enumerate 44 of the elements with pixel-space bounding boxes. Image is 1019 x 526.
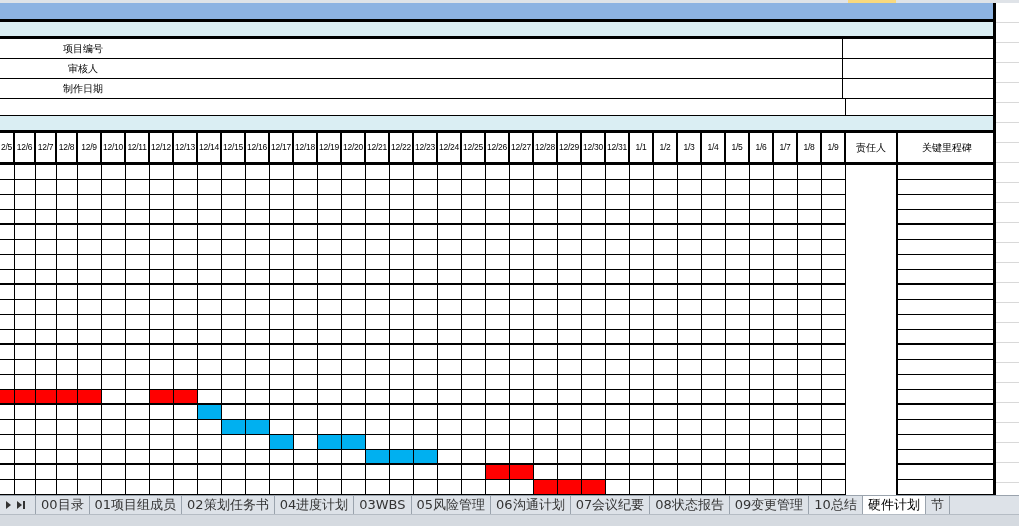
date-header: 12/16 [246, 133, 270, 162]
column-header: 责任人 [855, 141, 887, 155]
date-header: 1/2 [654, 133, 678, 162]
column-header: 关键里程碑 [896, 133, 996, 162]
date-header: 12/13 [174, 133, 198, 162]
date-header: 12/9 [78, 133, 102, 162]
date-header: 12/6 [15, 133, 36, 162]
date-header: 2/5 [0, 133, 15, 162]
date-header: 12/26 [486, 133, 510, 162]
date-header: 12/22 [390, 133, 414, 162]
date-header: 1/4 [702, 133, 726, 162]
date-header: 12/21 [366, 133, 390, 162]
date-header: 1/3 [678, 133, 702, 162]
date-header: 12/29 [558, 133, 582, 162]
date-header: 12/7 [36, 133, 57, 162]
date-header: 12/15 [222, 133, 246, 162]
date-header: 1/1 [630, 133, 654, 162]
last-sheet-icon[interactable] [17, 501, 25, 509]
date-header: 12/20 [342, 133, 366, 162]
date-header: 1/8 [798, 133, 822, 162]
date-header: 12/8 [57, 133, 78, 162]
next-sheet-icon[interactable] [6, 501, 11, 509]
field-label: 项目编号 [62, 42, 104, 56]
date-header: 12/17 [270, 133, 294, 162]
date-header: 1/7 [774, 133, 798, 162]
date-header: 12/19 [318, 133, 342, 162]
date-header: 12/14 [198, 133, 222, 162]
date-header: 12/28 [534, 133, 558, 162]
date-header: 12/25 [462, 133, 486, 162]
date-header: 1/5 [726, 133, 750, 162]
date-header: 12/11 [126, 133, 150, 162]
field-label: 审核人 [67, 62, 99, 76]
sheet-tab[interactable]: 硬件计划 [862, 496, 926, 514]
date-header: 12/12 [150, 133, 174, 162]
date-header: 12/24 [438, 133, 462, 162]
date-header: 12/27 [510, 133, 534, 162]
date-header: 12/10 [102, 133, 126, 162]
field-label: 制作日期 [62, 82, 104, 96]
date-header: 1/9 [822, 133, 846, 162]
date-header: 12/23 [414, 133, 438, 162]
date-header: 12/31 [606, 133, 630, 162]
date-header: 12/18 [294, 133, 318, 162]
date-header: 12/30 [582, 133, 606, 162]
date-header: 1/6 [750, 133, 774, 162]
